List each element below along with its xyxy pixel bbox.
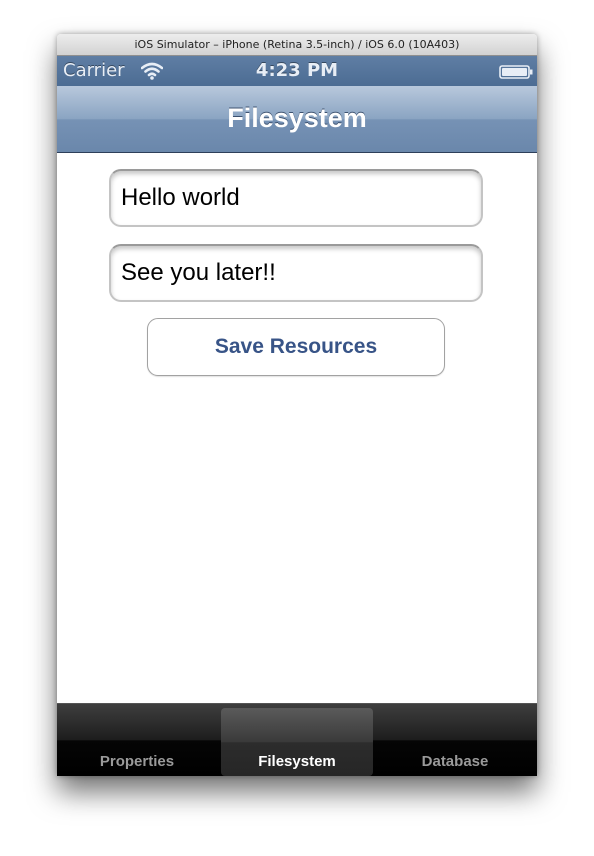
text-field-2[interactable] (109, 244, 483, 302)
ios-status-bar: Carrier 4:23 PM (57, 56, 537, 86)
tab-label: Database (421, 753, 489, 770)
tab-label: Properties (99, 753, 175, 770)
tab-database[interactable]: Database (379, 708, 531, 776)
page-title: Filesystem (227, 103, 367, 133)
save-resources-button[interactable]: Save Resources (147, 318, 445, 376)
content-area: Save Resources (57, 153, 537, 703)
navigation-bar: Filesystem (57, 86, 537, 153)
status-time: 4:23 PM (255, 60, 339, 81)
tab-bar: Properties Filesystem Database (57, 703, 537, 776)
tab-filesystem[interactable]: Filesystem (221, 708, 373, 776)
screenshot-stage: iOS Simulator – iPhone (Retina 3.5-inch)… (0, 0, 594, 856)
text-field-1[interactable] (109, 169, 483, 227)
window-titlebar: iOS Simulator – iPhone (Retina 3.5-inch)… (57, 34, 537, 56)
tab-label: Filesystem (258, 753, 336, 770)
tab-properties[interactable]: Properties (61, 708, 213, 776)
battery-icon (499, 65, 533, 79)
simulator-window: iOS Simulator – iPhone (Retina 3.5-inch)… (57, 34, 537, 776)
